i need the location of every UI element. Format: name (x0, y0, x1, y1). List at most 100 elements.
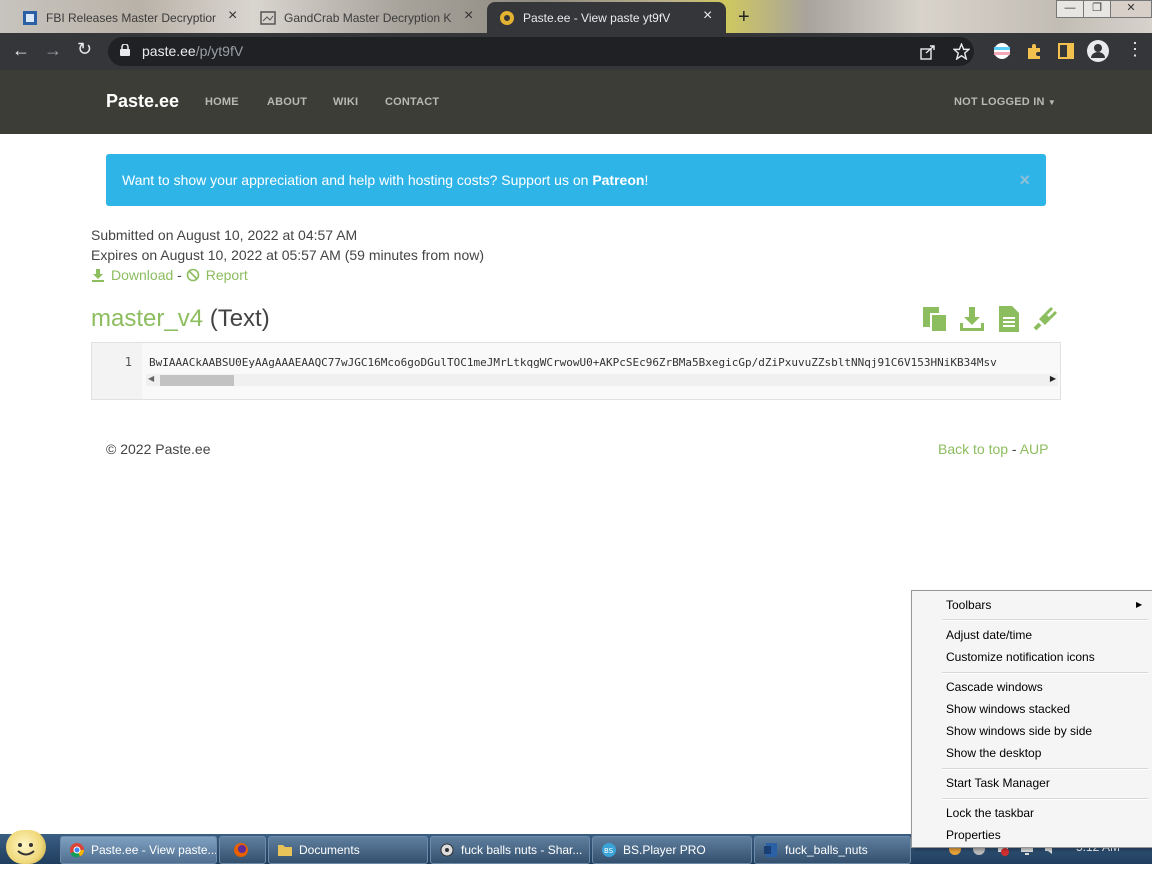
menu-item-show-windows-stacked[interactable]: Show windows stacked (946, 702, 1070, 716)
forward-arrow-icon[interactable]: → (44, 40, 62, 61)
menu-separator (942, 798, 1148, 800)
paste-ee-favicon-icon (500, 10, 514, 25)
taskbar-button-label: BS.Player PRO (623, 843, 706, 857)
tab-title: Paste.ee - View paste yt9fV (523, 10, 671, 25)
new-tab-button[interactable]: + (738, 6, 750, 29)
taskbar-button-documents[interactable]: Documents (268, 836, 428, 864)
menu-item-label: Toolbars (946, 598, 992, 612)
line-number: 1 (124, 355, 132, 369)
paste-name: master_v4 (91, 305, 204, 332)
tab-fbi-releases[interactable]: FBI Releases Master Decryption × (10, 2, 246, 33)
browser-toolbar: ← → ↻ paste.ee/p/yt9fV ⋮ (0, 33, 1152, 70)
aup-link[interactable]: AUP (1020, 441, 1049, 457)
menu-item-properties[interactable]: Properties (946, 828, 1001, 842)
menu-item-customize-notification-icons[interactable]: Customize notification icons (946, 650, 1095, 664)
taskbar-button-sharing[interactable]: fuck balls nuts - Shar... (430, 836, 590, 864)
profile-avatar-icon[interactable] (1087, 40, 1109, 62)
close-window-button[interactable]: ✕ (1110, 0, 1152, 18)
firefox-icon (234, 843, 248, 857)
nav-about[interactable]: ABOUT (267, 96, 307, 108)
url-domain: paste.ee (142, 43, 196, 59)
kebab-menu-icon[interactable]: ⋮ (1126, 39, 1144, 60)
scroll-right-arrow-icon[interactable]: ▶ (1050, 374, 1056, 383)
menu-item-toolbars[interactable]: Toolbars ▶ (946, 598, 1146, 612)
document-favicon-icon (23, 10, 37, 25)
report-label: Report (205, 267, 248, 283)
patreon-link[interactable]: Patreon (592, 172, 644, 188)
raw-file-icon[interactable] (995, 305, 1023, 333)
download-icon (92, 269, 104, 282)
taskbar-button-label: fuck_balls_nuts (785, 843, 868, 857)
alert-suffix: ! (644, 172, 649, 188)
patreon-alert: Want to show your appreciation and help … (106, 154, 1046, 206)
taskbar-button-chrome[interactable]: Paste.ee - View paste... (60, 836, 217, 864)
menu-item-start-task-manager[interactable]: Start Task Manager (946, 776, 1050, 790)
url-path: /p/yt9fV (195, 43, 244, 59)
action-separator: - (173, 267, 186, 283)
tab-close-icon[interactable]: × (464, 7, 473, 25)
code-line[interactable]: BwIAAACkAABSU0EyAAgAAAEAAQC77wJGC16Mco6g… (149, 356, 1057, 369)
folder-icon (278, 845, 292, 856)
address-bar[interactable]: paste.ee/p/yt9fV (108, 37, 974, 66)
site-logo[interactable]: Paste.ee (106, 91, 179, 112)
embed-plug-icon[interactable] (1031, 305, 1059, 333)
footer-copyright: © 2022 Paste.ee (106, 441, 211, 457)
image-favicon-icon (260, 10, 276, 25)
menu-item-cascade-windows[interactable]: Cascade windows (946, 680, 1043, 694)
paste-content-box: 1 BwIAAACkAABSU0EyAAgAAAEAAQC77wJGC16Mco… (91, 342, 1061, 400)
bookmark-star-icon[interactable] (953, 43, 970, 60)
footer-separator: - (1008, 441, 1020, 457)
chrome-icon (70, 843, 84, 858)
alert-close-button[interactable]: × (1019, 170, 1030, 191)
smiley-start-icon (17, 843, 35, 856)
download-label: Download (111, 267, 174, 283)
start-button[interactable] (6, 830, 46, 864)
menu-separator (942, 768, 1148, 770)
tab-close-icon[interactable]: × (703, 7, 712, 25)
download-link[interactable]: Download (91, 267, 173, 283)
caret-down-icon: ▼ (1047, 98, 1056, 107)
report-link[interactable]: Report (186, 267, 248, 283)
tab-paste-ee[interactable]: Paste.ee - View paste yt9fV × (487, 2, 726, 33)
taskbar-button-fuck-balls-nuts[interactable]: fuck_balls_nuts (754, 836, 911, 864)
tab-title: GandCrab Master Decryption K (284, 10, 452, 25)
nav-home[interactable]: HOME (205, 96, 239, 108)
scrollbar-thumb[interactable] (160, 375, 234, 386)
account-dropdown[interactable]: NOT LOGGED IN ▼ (954, 96, 1056, 108)
nav-contact[interactable]: CONTACT (385, 96, 439, 108)
back-arrow-icon[interactable]: ← (12, 40, 30, 61)
menu-item-lock-taskbar[interactable]: Lock the taskbar (946, 806, 1034, 820)
expires-date: Expires on August 10, 2022 at 05:57 AM (… (91, 247, 484, 263)
menu-item-adjust-date-time[interactable]: Adjust date/time (946, 628, 1032, 642)
ban-icon (186, 268, 200, 282)
reload-icon[interactable]: ↻ (77, 39, 92, 60)
menu-item-show-desktop[interactable]: Show the desktop (946, 746, 1041, 760)
copy-clipboard-icon[interactable] (921, 305, 949, 333)
share-icon[interactable] (920, 44, 936, 60)
paste-type: (Text) (203, 305, 270, 332)
tab-close-icon[interactable]: × (228, 7, 237, 25)
extensions-puzzle-icon[interactable] (1024, 41, 1044, 61)
back-to-top-link[interactable]: Back to top (938, 441, 1008, 457)
minimize-button[interactable]: — (1056, 0, 1084, 18)
alert-message: Want to show your appreciation and help … (122, 172, 648, 188)
footer-links: Back to top - AUP (938, 441, 1049, 457)
taskbar-button-bsplayer[interactable]: BS BS.Player PRO (592, 836, 752, 864)
svg-text:BS: BS (604, 847, 614, 855)
taskbar-button-firefox[interactable] (219, 836, 266, 864)
extension-flag-icon[interactable] (992, 41, 1012, 61)
scroll-left-arrow-icon[interactable]: ◀ (148, 374, 154, 383)
nav-wiki[interactable]: WIKI (333, 96, 358, 108)
side-panel-icon[interactable] (1056, 41, 1076, 61)
taskbar-button-label: Paste.ee - View paste... (91, 843, 216, 857)
alert-text: Want to show your appreciation and help … (122, 172, 593, 188)
paste-actions: Download - Report (91, 267, 248, 283)
taskbar-button-label: fuck balls nuts - Shar... (461, 843, 583, 857)
horizontal-scrollbar[interactable]: ◀ ▶ (146, 374, 1058, 386)
tab-gandcrab[interactable]: GandCrab Master Decryption K × (248, 2, 484, 33)
url-text: paste.ee/p/yt9fV (142, 43, 243, 59)
word-document-icon (764, 843, 777, 857)
menu-item-show-windows-side-by-side[interactable]: Show windows side by side (946, 724, 1092, 738)
restore-button[interactable]: ❐ (1083, 0, 1111, 18)
download-paste-icon[interactable] (958, 305, 986, 333)
